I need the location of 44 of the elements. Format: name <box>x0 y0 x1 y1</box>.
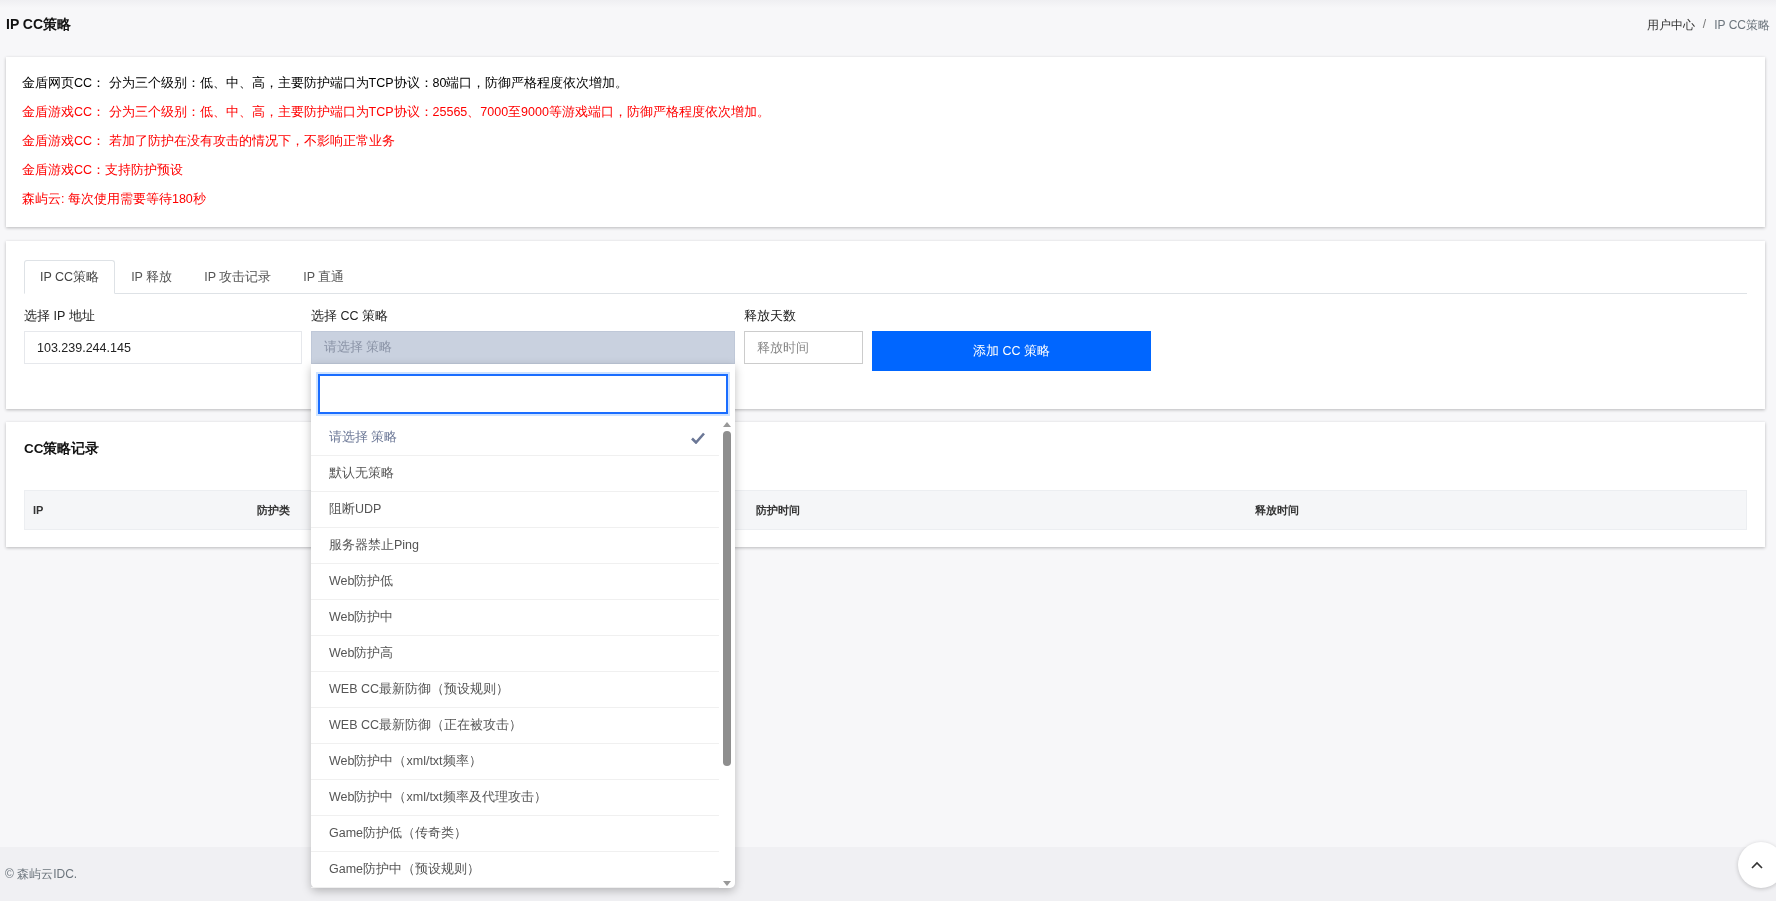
ip-address-field[interactable]: 103.239.244.145 <box>24 331 302 364</box>
dropdown-option[interactable]: 阻断UDP <box>311 492 719 528</box>
field-label: 释放天数 <box>744 308 797 324</box>
tab[interactable]: IP CC策略 <box>24 260 116 294</box>
column-header: 防护时间 <box>756 503 801 516</box>
field-label: 选择 IP 地址 <box>24 308 96 324</box>
dropdown-option[interactable]: Web防护低 <box>311 564 719 600</box>
dropdown-option[interactable]: Web防护中（xml/txt频率及代理攻击） <box>311 780 719 816</box>
copyright-text: © 森屿云IDC. <box>5 865 78 883</box>
breadcrumb-separator: / <box>1702 16 1707 33</box>
scroll-down-icon[interactable] <box>723 881 731 886</box>
section-title: CC策略记录 <box>24 440 101 458</box>
checkmark-icon <box>691 431 705 444</box>
column-header: 释放时间 <box>1255 503 1300 516</box>
release-days-field[interactable]: 释放时间 <box>744 331 863 364</box>
breadcrumb-link[interactable]: IP CC策略 <box>1714 16 1770 34</box>
chevron-up-icon <box>1751 861 1763 869</box>
add-policy-button[interactable]: 添加 CC 策略 <box>872 331 1151 371</box>
tab[interactable]: IP 直通 <box>287 260 361 294</box>
dropdown-option[interactable]: Game防护低（传奇类） <box>311 816 719 852</box>
notice-text: 金盾游戏CC：支持防护预设 <box>22 163 185 178</box>
dropdown-option[interactable]: 请选择 策略 <box>311 420 719 456</box>
column-header: IP <box>33 504 44 516</box>
notice-text: 金盾网页CC： 分为三个级别：低、中、高，主要防护端口为TCP协议：80端口，防御严格程度依次增加。 <box>22 76 630 91</box>
dropdown-option[interactable]: 服务器禁止Ping <box>311 528 719 564</box>
notice-text: 金盾游戏CC： 若加了防护在没有攻击的情况下，不影响正常业务 <box>22 134 396 149</box>
tab[interactable]: IP 攻击记录 <box>188 260 288 294</box>
breadcrumb-link[interactable]: 用户中心 <box>1646 16 1695 34</box>
dropdown-option[interactable]: Web防护中 <box>311 600 719 636</box>
page-title: IP CC策略 <box>6 16 72 34</box>
notice-text: 森屿云: 每次使用需要等待180秒 <box>22 192 207 207</box>
field-label: 选择 CC 策略 <box>311 308 389 324</box>
tab[interactable]: IP 释放 <box>115 260 189 294</box>
search-field[interactable] <box>318 374 728 414</box>
dropdown-option[interactable]: 默认无策略 <box>311 456 719 492</box>
dropdown-option[interactable]: Web防护高 <box>311 636 719 672</box>
notice-text: 金盾游戏CC： 分为三个级别：低、中、高，主要防护端口为TCP协议：25565、7000至9000等游戏端口，防御严格程度依次增加。 <box>22 105 771 120</box>
dropdown-option[interactable]: WEB CC最新防御（正在被攻击） <box>311 708 719 744</box>
back-to-top-button[interactable] <box>1738 842 1776 888</box>
dropdown-option[interactable]: WEB CC最新防御（预设规则） <box>311 672 719 708</box>
column-header: 防护类 <box>257 503 291 516</box>
scroll-up-icon[interactable] <box>723 422 731 427</box>
dropdown-option[interactable]: Web防护中（xml/txt频率） <box>311 744 719 780</box>
scrollbar-thumb[interactable] <box>723 431 731 766</box>
